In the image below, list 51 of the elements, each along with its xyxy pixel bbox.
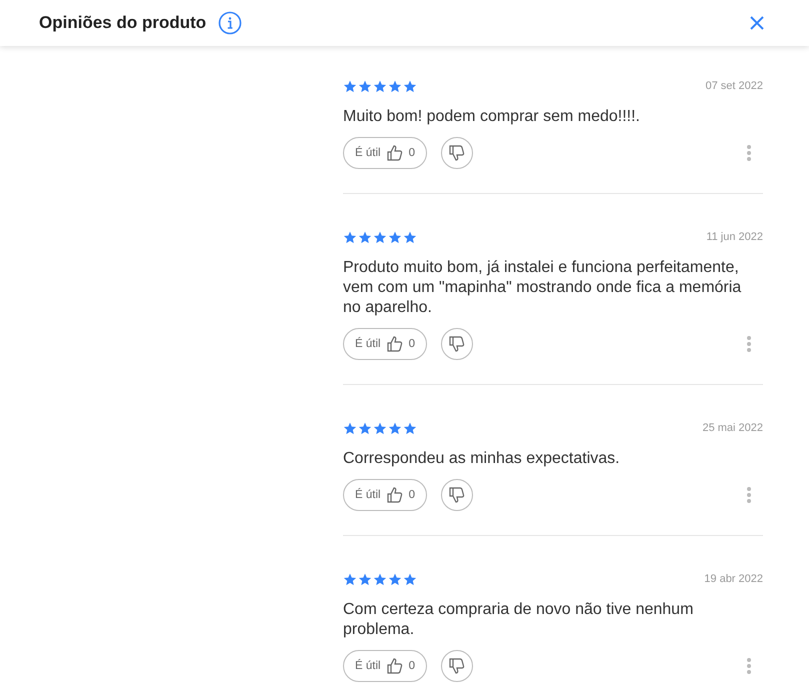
more-options-icon[interactable] [747, 487, 751, 503]
star-icon [373, 230, 387, 244]
helpful-button[interactable]: É útil 0 [343, 137, 427, 169]
dialog-title: Opiniões do produto [39, 13, 206, 33]
info-icon[interactable] [218, 11, 242, 35]
thumbs-down-icon [448, 335, 466, 353]
review-text: Com certeza compraria de novo não tive nenhum problema. [343, 600, 694, 640]
review-text: Muito bom! podem comprar sem medo!!!!. [343, 107, 641, 127]
thumbs-up-icon [386, 486, 404, 504]
thumbs-down-icon [448, 144, 466, 162]
star-icon [373, 572, 387, 586]
more-options-icon[interactable] [747, 145, 751, 161]
not-helpful-button[interactable] [440, 650, 473, 682]
star-icon [388, 572, 402, 586]
star-icon [358, 572, 372, 586]
not-helpful-button[interactable] [440, 479, 473, 511]
star-icon [343, 572, 357, 586]
close-button[interactable] [749, 15, 765, 31]
star-icon [403, 230, 417, 244]
star-icon [403, 572, 417, 586]
star-icon [358, 80, 372, 92]
star-icon [373, 422, 387, 434]
review-date: 11 jun 2022 [706, 231, 763, 243]
thumbs-up-icon [386, 657, 404, 675]
star-icon [388, 422, 402, 434]
star-icon [403, 80, 417, 92]
star-icon [343, 80, 357, 92]
star-icon [388, 80, 402, 92]
helpful-button[interactable]: É útil 0 [343, 479, 427, 511]
star-icon [373, 80, 387, 92]
thumbs-down-icon [448, 486, 466, 504]
review-date: 07 set 2022 [706, 80, 763, 92]
not-helpful-button[interactable] [440, 137, 473, 169]
more-options-icon[interactable] [747, 658, 751, 674]
star-icon [403, 422, 417, 434]
star-icon [358, 422, 372, 434]
review-date: 19 abr 2022 [704, 573, 763, 585]
star-icon [343, 230, 357, 244]
not-helpful-button[interactable] [440, 328, 473, 360]
thumbs-up-icon [386, 335, 404, 353]
helpful-button[interactable]: É útil 0 [343, 328, 427, 360]
review-text: Produto muito bom, já instalei e funciona perfeitamente, vem com um "mapinha" mostrando onde fica a memória no aparelho. [343, 258, 742, 318]
thumbs-down-icon [448, 657, 466, 675]
star-icon [343, 422, 357, 434]
more-options-icon[interactable] [747, 336, 751, 352]
review-text: Correspondeu as minhas expectativas. [343, 449, 621, 469]
thumbs-up-icon [386, 144, 404, 162]
review-date: 25 mai 2022 [702, 422, 763, 434]
star-icon [358, 230, 372, 244]
helpful-button[interactable]: É útil 0 [343, 650, 427, 682]
star-icon [388, 230, 402, 244]
